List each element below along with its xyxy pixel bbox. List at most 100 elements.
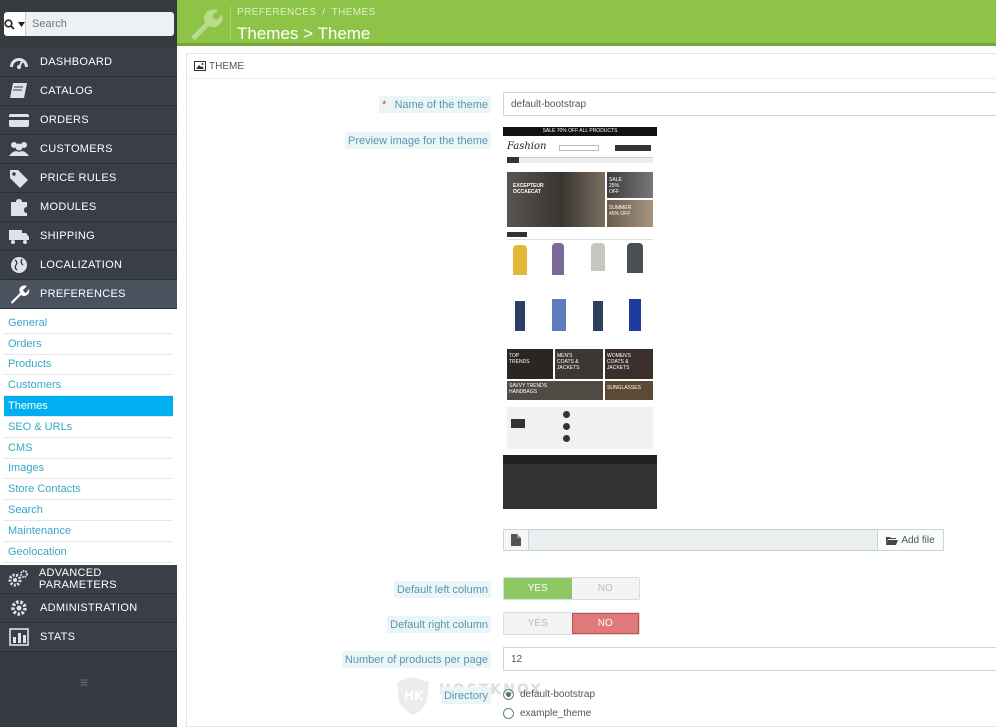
menu-item-catalog[interactable]: CATALOG <box>0 77 177 106</box>
menu-label: MODULES <box>40 201 97 213</box>
collapse-menu-icon[interactable]: ≡ <box>80 674 88 690</box>
search-icon <box>4 18 15 30</box>
submenu-item-themes[interactable]: Themes <box>4 396 173 417</box>
preview-info-dot-1 <box>563 411 570 418</box>
preview-banner-main <box>507 172 605 227</box>
menu-item-shipping[interactable]: SHIPPING <box>0 222 177 251</box>
preview-image-label: Preview image for the theme <box>344 132 491 149</box>
menu-item-modules[interactable]: MODULES <box>0 193 177 222</box>
wrench-icon <box>191 9 223 40</box>
cog-icon <box>6 598 32 618</box>
theme-name-input[interactable]: default-bootstrap <box>503 92 996 116</box>
directory-option-default-bootstrap[interactable]: default-bootstrap <box>503 689 595 700</box>
users-icon <box>6 139 32 159</box>
menu-label: SHIPPING <box>40 230 95 242</box>
submenu-item-cms[interactable]: CMS <box>4 438 173 459</box>
page-header: PREFERENCES / THEMES Themes > Theme <box>177 0 996 46</box>
preview-sale-bar: SALE 70% OFF ALL PRODUCTS <box>503 127 657 136</box>
submenu-item-store-contacts[interactable]: Store Contacts <box>4 479 173 501</box>
menu-item-customers[interactable]: CUSTOMERS <box>0 135 177 164</box>
cogs-icon <box>6 569 31 589</box>
add-file-button[interactable]: Add file <box>877 530 943 550</box>
preview-cat-5-text: SUNGLASSES <box>607 385 641 391</box>
submenu-item-orders[interactable]: Orders <box>4 334 173 355</box>
right-column-no[interactable]: NO <box>571 613 639 634</box>
menu-label: LOCALIZATION <box>40 259 123 271</box>
submenu-item-geolocation[interactable]: Geolocation <box>4 542 173 563</box>
bar-chart-icon <box>6 627 32 647</box>
preview-cat-2-text: MEN'S COATS & JACKETS <box>557 353 580 371</box>
products-per-page-input[interactable]: 12 <box>503 647 996 671</box>
main-menu: DASHBOARD CATALOG ORDERS CUSTOMERS PRICE… <box>0 48 177 652</box>
preview-product-6 <box>552 299 566 331</box>
radio-selected[interactable] <box>503 689 514 700</box>
submenu-item-products[interactable]: Products <box>4 355 173 376</box>
submenu-item-maintenance[interactable]: Maintenance <box>4 521 173 542</box>
preview-tab-line <box>507 239 653 240</box>
shield-icon: HK <box>397 677 429 715</box>
submenu-item-general[interactable]: General <box>4 313 173 334</box>
preview-product-8 <box>629 299 641 331</box>
breadcrumb-themes[interactable]: THEMES <box>332 7 376 18</box>
search-input[interactable] <box>26 12 174 36</box>
breadcrumb-preferences[interactable]: PREFERENCES <box>237 7 316 18</box>
folder-open-icon <box>886 536 899 545</box>
credit-card-icon <box>6 110 32 130</box>
preview-cart <box>615 145 651 151</box>
directory-option-label: example_theme <box>520 708 592 719</box>
preview-info-thumb <box>511 419 525 428</box>
menu-item-preferences[interactable]: PREFERENCES <box>0 280 177 309</box>
preview-nav-active <box>507 157 519 163</box>
preview-cat-3-text: WOMEN'S COATS & JACKETS <box>607 353 632 371</box>
file-icon <box>504 530 529 550</box>
page-title: Themes > Theme <box>237 24 371 43</box>
preview-nav <box>507 157 653 163</box>
radio-unselected[interactable] <box>503 708 514 719</box>
menu-label: DASHBOARD <box>40 56 113 68</box>
submenu-item-seo-urls[interactable]: SEO & URLs <box>4 417 173 438</box>
right-column-yes[interactable]: YES <box>504 613 572 634</box>
add-file-label: Add file <box>901 534 935 546</box>
menu-label: ORDERS <box>40 114 89 126</box>
breadcrumb-separator: / <box>322 7 326 18</box>
submenu-item-search[interactable]: Search <box>4 500 173 521</box>
required-mark: * <box>382 98 387 111</box>
directory-label: Directory <box>440 687 491 704</box>
theme-name-label: * Name of the theme <box>379 96 491 113</box>
preview-tab <box>507 232 527 237</box>
menu-label: ADVANCED PARAMETERS <box>38 566 117 591</box>
search-scope-button[interactable] <box>4 12 26 36</box>
menu-item-orders[interactable]: ORDERS <box>0 106 177 135</box>
caret-down-icon <box>18 21 25 27</box>
submenu-item-customers[interactable]: Customers <box>4 375 173 397</box>
menu-item-advanced-parameters[interactable]: ADVANCED PARAMETERS <box>0 564 177 594</box>
preview-banner-2-text: SALE 25% OFF <box>609 177 622 195</box>
menu-label: CUSTOMERS <box>40 143 113 155</box>
header-divider <box>230 6 231 40</box>
preferences-submenu: General Orders Products Customers Themes… <box>0 309 177 565</box>
menu-label: ADMINISTRATION <box>40 601 138 614</box>
file-name-display[interactable] <box>529 530 877 550</box>
preview-logo: Fashion <box>507 141 547 152</box>
menu-item-administration[interactable]: ADMINISTRATION <box>0 593 177 623</box>
preview-product-5 <box>515 301 525 331</box>
left-column-label: Default left column <box>393 581 491 598</box>
left-column-yes[interactable]: YES <box>504 578 572 599</box>
menu-label: PREFERENCES <box>40 288 126 300</box>
sidebar: DASHBOARD CATALOG ORDERS CUSTOMERS PRICE… <box>0 0 177 727</box>
search-bar <box>4 12 174 36</box>
left-column-no[interactable]: NO <box>571 578 639 599</box>
directory-option-example-theme[interactable]: example_theme <box>503 708 591 719</box>
menu-item-localization[interactable]: LOCALIZATION <box>0 251 177 280</box>
theme-name-label-text: Name of the theme <box>394 98 488 111</box>
preview-info-dot-3 <box>563 435 570 442</box>
preview-cat-4-text: SAVVY TRENDS HANDBAGS <box>509 383 548 395</box>
menu-item-price-rules[interactable]: PRICE RULES <box>0 164 177 193</box>
file-upload-field: Add file <box>503 529 944 551</box>
menu-item-stats[interactable]: STATS <box>0 622 177 652</box>
menu-label: CATALOG <box>40 85 94 97</box>
products-per-page-label: Number of products per page <box>341 651 491 668</box>
menu-item-dashboard[interactable]: DASHBOARD <box>0 48 177 77</box>
submenu-item-images[interactable]: Images <box>4 459 173 480</box>
preview-cat-1-text: TOP TRENDS <box>509 353 530 365</box>
